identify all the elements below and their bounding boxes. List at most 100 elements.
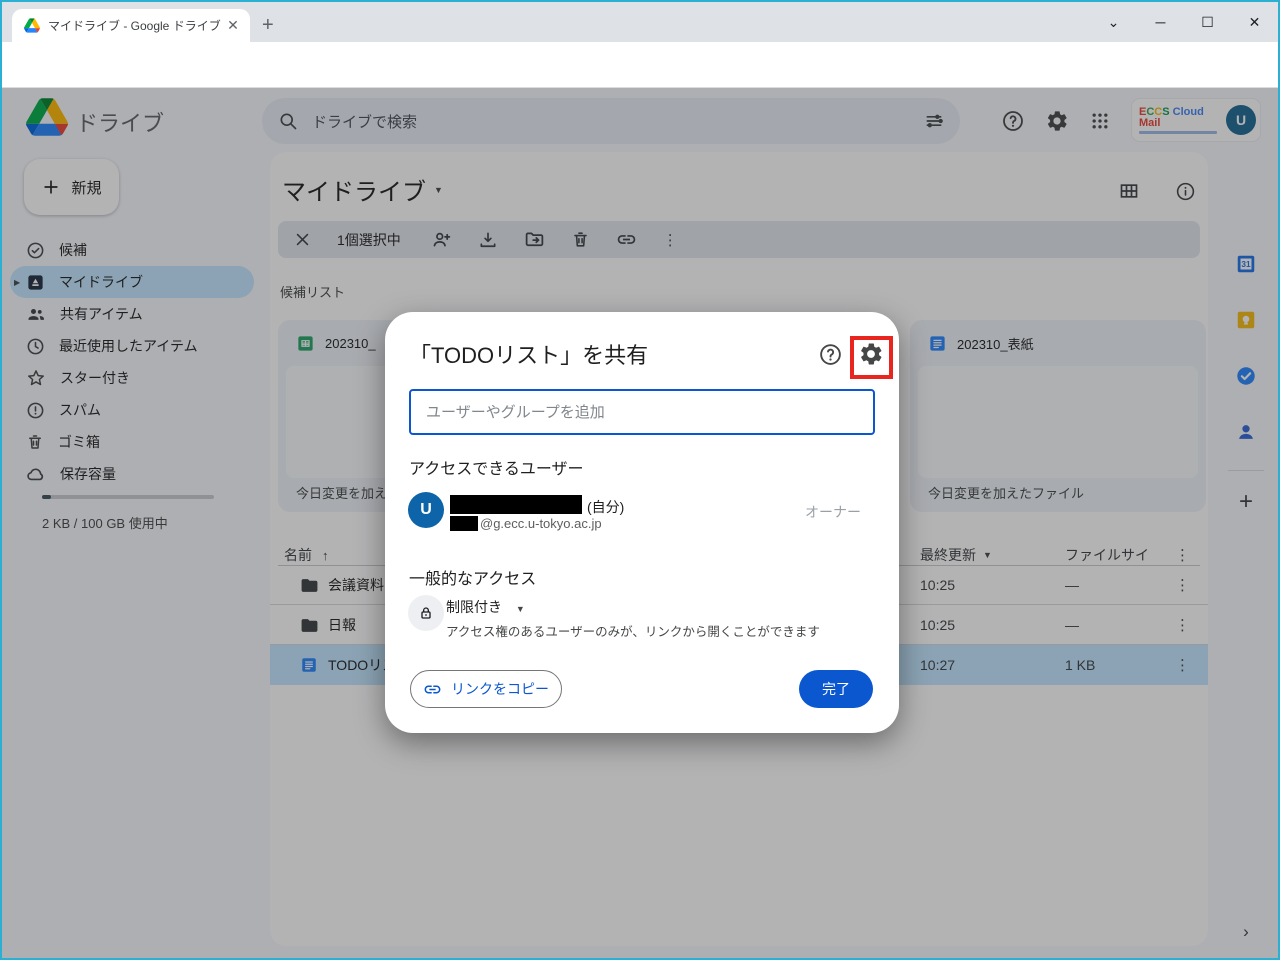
row-name: 日報 <box>328 617 356 633</box>
window-minimize-button[interactable]: ─ <box>1137 2 1184 42</box>
link-icon <box>424 685 441 693</box>
expand-arrow-icon[interactable]: ▶ <box>14 278 20 287</box>
card-footer: 今日変更を加えたファイル <box>928 486 1085 501</box>
sidebar-item-shared[interactable]: 共有アイテム <box>10 298 254 330</box>
help-icon[interactable] <box>999 107 1027 135</box>
suggestions-section-label: 候補リスト <box>280 285 346 300</box>
clear-selection-icon[interactable] <box>294 231 311 248</box>
screenshot-root: マイドライブ - Google ドライブ ✕ + ⌄ ─ ☐ ✕ ← → ⟳ d… <box>0 0 1280 960</box>
drive-search-input[interactable]: ドライブで検索 <box>262 98 960 144</box>
row-size: — <box>1065 577 1079 593</box>
dialog-help-icon[interactable] <box>816 340 844 368</box>
trash-icon <box>26 433 44 451</box>
folder-icon <box>300 565 319 605</box>
row-menu-icon[interactable]: ⋮ <box>1175 565 1190 605</box>
redacted-email-user <box>450 516 478 531</box>
account-badge[interactable]: ECCS Cloud Mail U <box>1132 99 1260 141</box>
new-button[interactable]: 新規 <box>24 159 119 215</box>
lock-icon <box>408 595 444 631</box>
dropdown-caret-icon: ▼ <box>515 604 525 614</box>
sidebar-item-recent[interactable]: 最近使用したアイテム <box>10 330 254 362</box>
annotation-highlight-box <box>850 336 893 379</box>
sort-asc-icon: ↑ <box>322 547 329 563</box>
sheets-file-icon <box>296 334 315 353</box>
new-tab-button[interactable]: + <box>262 14 274 37</box>
tab-title: マイドライブ - Google ドライブ <box>48 19 221 33</box>
storage-progressbar <box>42 495 214 499</box>
docs-file-icon <box>300 645 318 685</box>
owner-email-domain: @g.ecc.u-tokyo.ac.jp <box>480 516 602 531</box>
share-dialog-title: 「TODOリスト」を共有 <box>409 343 649 368</box>
contacts-icon[interactable] <box>1234 420 1258 444</box>
sidebar-item-spam[interactable]: スパム <box>10 394 254 426</box>
clock-icon <box>26 337 45 356</box>
settings-gear-icon[interactable] <box>1043 107 1071 135</box>
row-modified: 10:25 <box>920 577 956 593</box>
page-title[interactable]: マイドライブ ▼ <box>282 172 443 207</box>
keep-icon[interactable] <box>1234 308 1258 332</box>
search-icon <box>278 111 298 131</box>
suggestion-card-docs[interactable]: 202310_表紙 今日変更を加えたファイル <box>910 320 1206 512</box>
window-maximize-button[interactable]: ☐ <box>1184 2 1231 42</box>
selection-count: 1個選択中 <box>337 231 401 248</box>
calendar-icon[interactable]: 31 <box>1234 252 1258 276</box>
row-menu-icon[interactable]: ⋮ <box>1175 605 1190 645</box>
download-icon[interactable] <box>478 230 498 250</box>
rail-divider <box>1228 470 1264 471</box>
folder-icon <box>300 605 319 645</box>
account-badge-subtext <box>1139 130 1217 134</box>
window-chevron-icon[interactable]: ⌄ <box>1090 2 1137 42</box>
collapse-panel-icon[interactable]: › <box>1234 920 1258 944</box>
sidebar-item-my-drive[interactable]: ▶ マイドライブ <box>10 266 254 298</box>
sidebar-item-suggested[interactable]: 候補 <box>10 234 254 266</box>
storage-usage-text: 2 KB / 100 GB 使用中 <box>42 516 168 531</box>
star-icon <box>26 368 46 388</box>
search-options-icon[interactable] <box>924 111 944 131</box>
sidebar-item-starred[interactable]: スター付き <box>10 362 254 394</box>
title-caret-icon: ▼ <box>434 184 443 195</box>
delete-icon[interactable] <box>571 230 590 249</box>
grid-view-icon[interactable] <box>1116 178 1142 204</box>
browser-titlebar: マイドライブ - Google ドライブ ✕ + ⌄ ─ ☐ ✕ <box>2 2 1278 42</box>
move-folder-icon[interactable] <box>524 229 545 250</box>
window-close-button[interactable]: ✕ <box>1231 2 1278 42</box>
sidebar-item-trash[interactable]: ゴミ箱 <box>10 426 254 458</box>
drive-avatar[interactable]: U <box>1226 105 1256 135</box>
card-file-name: 202310_ <box>325 336 376 351</box>
general-access-heading: 一般的なアクセス <box>409 571 537 588</box>
account-badge-label: ECCS Cloud Mail <box>1139 105 1204 129</box>
row-modified: 10:25 <box>920 617 956 633</box>
people-icon <box>26 304 46 324</box>
row-menu-icon[interactable]: ⋮ <box>1175 645 1190 685</box>
apps-grid-icon[interactable] <box>1086 107 1114 135</box>
share-add-person-icon[interactable] <box>431 229 452 250</box>
owner-role-label: オーナー <box>805 504 861 520</box>
sidebar-item-storage[interactable]: 保存容量 <box>10 458 254 490</box>
row-modified: 10:27 <box>920 657 956 673</box>
share-dialog: 「TODOリスト」を共有 アクセスできるユーザー U (自分) @g.ecc.u… <box>385 312 899 733</box>
my-drive-icon <box>26 273 45 292</box>
tab-close-icon[interactable]: ✕ <box>224 17 242 34</box>
info-icon[interactable] <box>1172 178 1198 204</box>
get-addons-icon[interactable]: + <box>1234 488 1258 515</box>
alert-circle-icon <box>26 401 45 420</box>
drive-favicon-icon <box>24 18 40 33</box>
get-link-icon[interactable] <box>616 229 637 250</box>
search-placeholder: ドライブで検索 <box>312 113 418 131</box>
more-actions-icon[interactable]: ⋮ <box>663 231 678 249</box>
access-section-heading: アクセスできるユーザー <box>409 461 584 478</box>
row-size: — <box>1065 617 1079 633</box>
owner-self-label: (自分) <box>587 499 625 515</box>
selection-toolbar: 1個選択中 ⋮ <box>278 221 1200 258</box>
browser-toolbar: ← → ⟳ drive.google.com/drive/my-drive ☆ … <box>2 42 1278 122</box>
owner-avatar: U <box>408 492 444 528</box>
sort-desc-icon: ▼ <box>983 550 992 560</box>
add-people-input[interactable] <box>409 389 875 435</box>
copy-link-button[interactable]: リンクをコピー <box>410 670 562 708</box>
tasks-icon[interactable] <box>1234 364 1258 388</box>
done-button[interactable]: 完了 <box>799 670 873 708</box>
svg-text:31: 31 <box>1241 260 1251 269</box>
access-level-dropdown[interactable]: 制限付き ▼ <box>446 597 525 617</box>
app-name: ドライブ <box>76 111 165 136</box>
browser-tab[interactable]: マイドライブ - Google ドライブ ✕ <box>12 9 250 42</box>
